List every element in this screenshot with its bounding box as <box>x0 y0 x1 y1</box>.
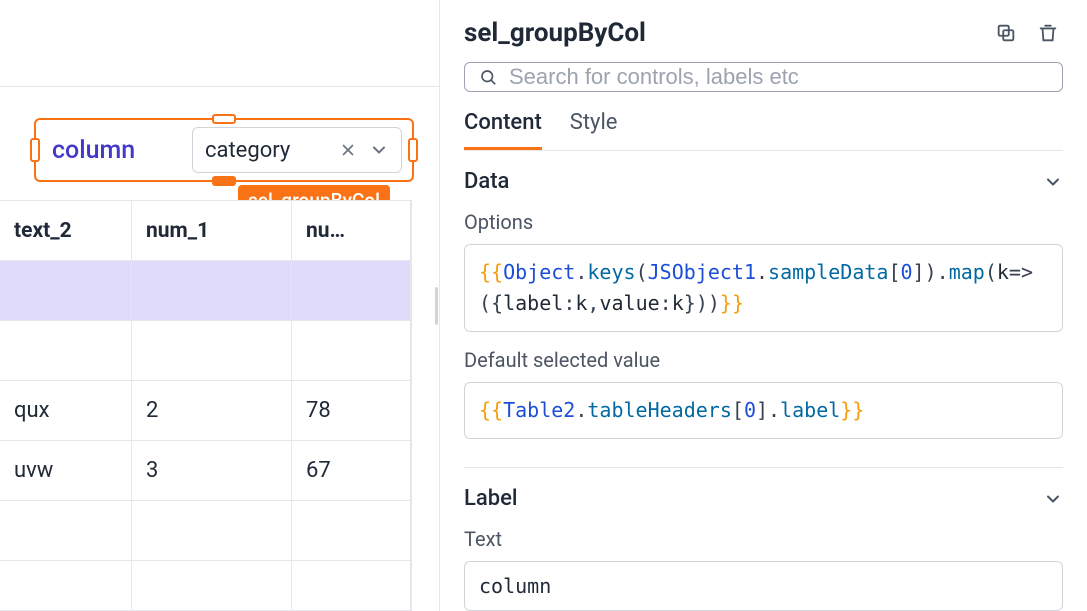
section-title: Label <box>464 486 518 511</box>
delete-button[interactable] <box>1033 18 1063 48</box>
table-cell: 3 <box>132 441 292 500</box>
table-row[interactable] <box>0 321 411 381</box>
panel-splitter[interactable] <box>433 0 439 611</box>
table-cell <box>292 321 411 380</box>
clear-icon[interactable] <box>339 141 357 159</box>
chevron-down-icon <box>1043 489 1063 509</box>
section-label-header[interactable]: Label <box>464 486 1063 511</box>
table-cell <box>0 501 132 560</box>
table-cell <box>132 321 292 380</box>
options-code-input[interactable]: {{Object.keys(JSObject1.sampleData[0]).m… <box>464 244 1063 332</box>
table-cell <box>0 261 132 320</box>
resize-handle-top[interactable] <box>212 114 236 124</box>
table-cell: 78 <box>292 381 411 440</box>
table-cell <box>132 261 292 320</box>
label-text-label: Text <box>464 527 1063 551</box>
panel-tabs: Content Style <box>464 110 1063 151</box>
search-icon <box>479 68 497 86</box>
table-cell <box>292 501 411 560</box>
default-selected-label: Default selected value <box>464 348 1063 372</box>
panel-title: sel_groupByCol <box>464 18 979 48</box>
table-cell: uvw <box>0 441 132 500</box>
select-box[interactable]: category <box>192 127 402 173</box>
data-table: text_2 num_1 nu… qux278uvw367 <box>0 200 412 611</box>
selected-control-frame[interactable]: column category <box>34 118 414 182</box>
resize-handle-bottom[interactable] <box>212 176 236 186</box>
table-row[interactable]: qux278 <box>0 381 411 441</box>
chevron-down-icon[interactable] <box>369 140 389 160</box>
section-data-header[interactable]: Data <box>464 169 1063 194</box>
table-row[interactable]: uvw367 <box>0 441 411 501</box>
options-label: Options <box>464 210 1063 234</box>
table-row[interactable] <box>0 561 411 611</box>
table-header-row: text_2 num_1 nu… <box>0 201 411 261</box>
table-row[interactable] <box>0 501 411 561</box>
search-field[interactable] <box>464 62 1063 92</box>
resize-handle-left[interactable] <box>30 138 40 162</box>
section-title: Data <box>464 169 509 194</box>
column-header[interactable]: num_1 <box>132 201 292 260</box>
search-input[interactable] <box>507 63 1048 91</box>
table-cell <box>132 501 292 560</box>
table-cell <box>132 561 292 611</box>
label-text-input[interactable]: column <box>464 561 1063 611</box>
table-cell: 2 <box>132 381 292 440</box>
table-cell <box>292 561 411 611</box>
table-cell: 67 <box>292 441 411 500</box>
copy-button[interactable] <box>991 18 1021 48</box>
table-cell <box>0 321 132 380</box>
select-value: category <box>205 138 327 163</box>
column-header[interactable]: nu… <box>292 201 411 260</box>
chevron-down-icon <box>1043 172 1063 192</box>
tab-content[interactable]: Content <box>464 110 542 150</box>
table-cell: qux <box>0 381 132 440</box>
table-row[interactable] <box>0 261 411 321</box>
default-value-code-input[interactable]: {{Table2.tableHeaders[0].label}} <box>464 382 1063 439</box>
table-cell <box>292 261 411 320</box>
table-cell <box>0 561 132 611</box>
column-header[interactable]: text_2 <box>0 201 132 260</box>
tab-style[interactable]: Style <box>570 110 618 150</box>
control-label: column <box>46 132 141 169</box>
resize-handle-right[interactable] <box>408 138 418 162</box>
